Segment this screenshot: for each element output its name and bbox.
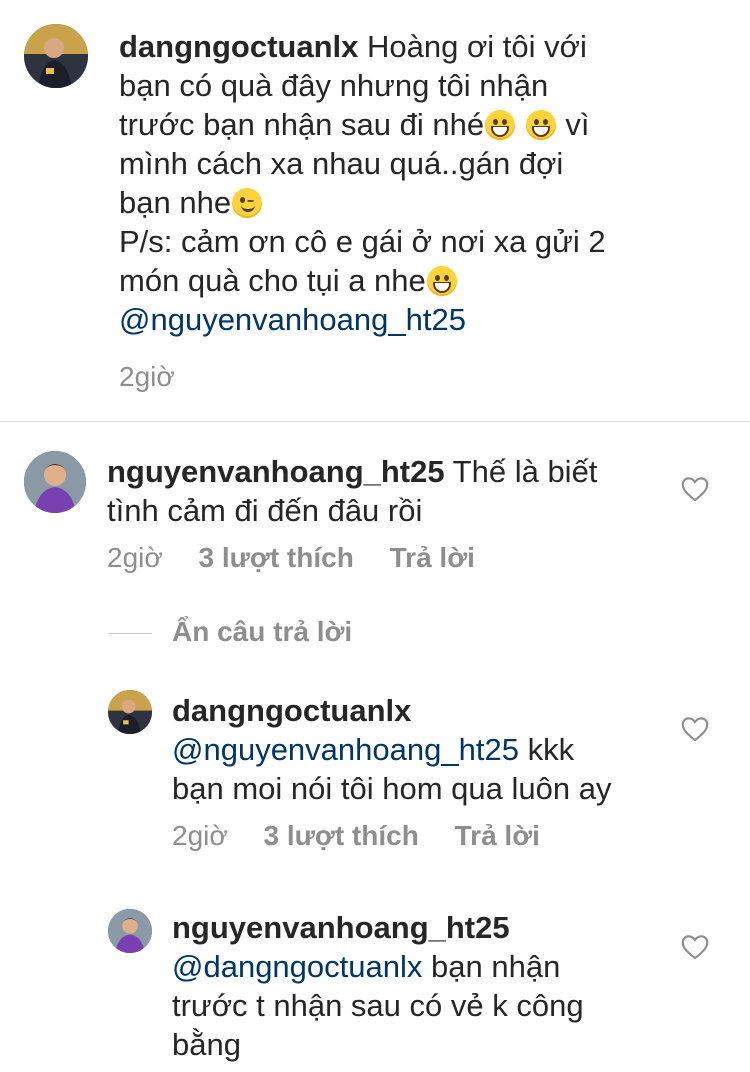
comment-text-line: vì: [565, 107, 590, 142]
avatar-photo: [24, 24, 88, 88]
comment-body: nguyenvanhoang_ht25 Thế là biết tình cảm…: [107, 452, 667, 530]
avatar-photo: [24, 451, 86, 513]
comment-text-line: Thế là biết: [452, 454, 598, 489]
avatar-nguyenvanhoang[interactable]: [108, 909, 152, 953]
wink-emoji-icon: [232, 188, 263, 218]
comment-text-line: bạn có quà đây nhưng tôi nhận: [119, 68, 549, 103]
comment-text-line: kkk: [527, 732, 575, 767]
comment-username[interactable]: nguyenvanhoang_ht25: [107, 454, 445, 489]
comment-time: 2giờ: [119, 361, 175, 392]
comment-username[interactable]: dangngoctuanlx: [172, 693, 411, 728]
avatar-dangngoctuanlx[interactable]: [24, 24, 88, 88]
avatar-photo: [108, 909, 152, 953]
reply-body: nguyenvanhoang_ht25 @dangngoctuanlx bạn …: [172, 908, 672, 1064]
comment-text-line: bạn nhe: [119, 185, 232, 220]
comment-time: 2giờ: [172, 820, 228, 851]
hide-replies-line: [108, 633, 152, 634]
comment-time: 2giờ: [107, 542, 163, 573]
comment-text-line: tình cảm đi đến đâu rồi: [107, 493, 423, 528]
reply-button[interactable]: Trả lời: [455, 820, 540, 851]
comment-text-line: Hoàng ơi tôi với: [367, 29, 587, 64]
grin-emoji-icon: [525, 110, 556, 140]
like-heart-icon[interactable]: [681, 716, 709, 742]
comment-username[interactable]: dangngoctuanlx: [119, 29, 358, 64]
like-heart-icon[interactable]: [681, 934, 709, 960]
avatar-dangngoctuanlx[interactable]: [108, 690, 152, 734]
comment-meta: 2giờ 3 lượt thích Trả lời: [107, 542, 503, 574]
reply-meta: 2giờ 3 lượt thích Trả lời: [172, 820, 568, 852]
comment-text-line: bạn moi nói tôi hom qua luôn ay: [172, 771, 612, 806]
avatar-photo: [108, 690, 152, 734]
comment-text-line: mình cách xa nhau quá..gán đợi: [119, 146, 564, 181]
comment-text-line: trước t nhận sau có vẻ k công: [172, 988, 584, 1023]
comment-text-line: bạn nhận: [431, 949, 561, 984]
comment-username[interactable]: nguyenvanhoang_ht25: [172, 910, 510, 945]
comment-text-line: P/s: cảm ơn cô e gái ở nơi xa gửi 2: [119, 224, 606, 259]
likes-count[interactable]: 3 lượt thích: [264, 820, 419, 851]
divider: [0, 421, 750, 422]
grin-emoji-icon: [485, 110, 516, 140]
comment-body: dangngoctuanlx Hoàng ơi tôi với bạn có q…: [119, 27, 719, 339]
grin-emoji-icon: [426, 266, 457, 296]
comment-text-line: trước bạn nhận sau đi nhé: [119, 107, 485, 142]
like-heart-icon[interactable]: [681, 476, 709, 502]
comment-meta: 2giờ: [119, 361, 203, 393]
hide-replies-button[interactable]: Ẩn câu trả lời: [172, 616, 352, 648]
mention-link[interactable]: @nguyenvanhoang_ht25: [119, 302, 466, 337]
avatar-nguyenvanhoang[interactable]: [24, 451, 86, 513]
likes-count[interactable]: 3 lượt thích: [199, 542, 354, 573]
mention-link[interactable]: @dangngoctuanlx: [172, 949, 422, 984]
mention-link[interactable]: @nguyenvanhoang_ht25: [172, 732, 519, 767]
reply-button[interactable]: Trả lời: [390, 542, 475, 573]
comment-text-line: món quà cho tụi a nhe: [119, 263, 426, 298]
comment-text-line: bằng: [172, 1027, 241, 1062]
reply-body: dangngoctuanlx @nguyenvanhoang_ht25 kkk …: [172, 691, 672, 808]
